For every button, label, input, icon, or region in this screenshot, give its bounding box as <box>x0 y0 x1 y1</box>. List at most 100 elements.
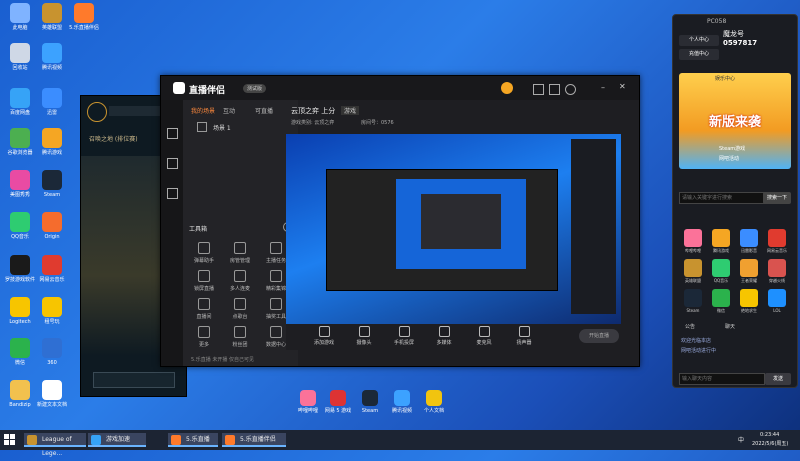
tool-label: 直播间 <box>196 314 212 320</box>
mail-icon[interactable] <box>549 84 560 95</box>
clock-date[interactable]: 2022/5/6(周五) <box>752 440 788 447</box>
desktop-icon[interactable]: 迅雷 <box>34 88 70 116</box>
desktop-icon[interactable]: 5.乐直播伴侣 <box>66 3 102 31</box>
sidebar-tab[interactable]: 互动 <box>223 106 235 115</box>
panel-app[interactable]: 穿越火线 <box>765 259 789 284</box>
tool-label: 更多 <box>198 342 209 348</box>
tool-item[interactable]: 锁屏直播 <box>187 270 221 292</box>
promo-banner[interactable]: 娱乐中心 新版来袭 Steam游戏 网吧活动 <box>679 73 791 169</box>
desktop-icon[interactable]: 英雄联盟 <box>34 3 70 31</box>
game-chat-input[interactable] <box>93 372 175 388</box>
rail-home-icon[interactable] <box>167 128 178 139</box>
desktop-icon[interactable]: Logitech <box>2 297 38 325</box>
bottom-toolbar-button[interactable]: 扬声器 <box>506 326 542 346</box>
send-button[interactable]: 发送 <box>765 373 791 385</box>
desktop-icon[interactable]: 罗技游戏软件 <box>2 255 38 283</box>
desktop-icon[interactable]: Origin <box>34 212 70 240</box>
tool-item[interactable]: 更多 <box>187 326 221 348</box>
desktop-icon[interactable]: 百度网盘 <box>2 88 38 116</box>
bottom-toolbar-button[interactable]: 添加游戏 <box>306 326 342 346</box>
panel-menu-button[interactable]: 个人中心 <box>679 35 719 46</box>
tool-item[interactable]: 点歌台 <box>223 298 257 320</box>
chat-tab[interactable]: 公告 <box>685 323 695 330</box>
tool-item[interactable]: 粉丝团 <box>223 326 257 348</box>
desktop-icon[interactable]: 腾讯游戏 <box>34 128 70 156</box>
desktop-icon[interactable]: 网易云音乐 <box>34 255 70 283</box>
stream-preview[interactable] <box>286 134 621 324</box>
windows-start-icon[interactable] <box>4 434 16 446</box>
desktop-icon[interactable]: Steam <box>352 390 388 414</box>
desktop-icon[interactable]: 腾讯视频 <box>384 390 420 414</box>
settings-icon[interactable] <box>565 84 576 95</box>
taskbar-item[interactable]: 5.乐直播 <box>168 433 218 447</box>
desktop-icon[interactable]: 美图秀秀 <box>2 170 38 198</box>
sidebar-tab[interactable]: 我的场景 <box>191 106 215 115</box>
chat-tab[interactable]: 聊天 <box>725 323 735 330</box>
taskbar-item[interactable]: 5.乐直播伴侣 <box>222 433 286 447</box>
start-live-button[interactable]: 开始直播 <box>579 329 619 343</box>
desktop-icon[interactable]: QQ音乐 <box>2 212 38 240</box>
close-icon[interactable]: ✕ <box>619 82 626 91</box>
panel-app[interactable]: 绝地求生 <box>737 289 761 314</box>
desktop-icon[interactable]: 新建文本文档 <box>34 380 70 408</box>
desktop-icon[interactable]: 回收站 <box>2 43 38 71</box>
panel-app[interactable]: LOL <box>765 289 789 313</box>
minimize-icon[interactable]: – <box>601 83 605 92</box>
desktop-icon[interactable]: Bandizip <box>2 380 38 408</box>
tool-item[interactable]: 弹幕助手 <box>187 242 221 264</box>
room-info: 游戏类别: 云顶之弈 <box>291 120 335 126</box>
taskbar-item[interactable]: League of Lege... <box>24 433 86 457</box>
bottom-toolbar-button[interactable]: 摄像头 <box>346 326 382 346</box>
panel-app[interactable]: Steam <box>681 289 705 313</box>
tool-item[interactable]: 房管管理 <box>223 242 257 264</box>
clock-time[interactable]: 0:23:44 <box>760 432 779 438</box>
app-titlebar: 直播伴侣 测试版 – ✕ <box>161 76 639 100</box>
desktop-icon[interactable]: 谷歌浏览器 <box>2 128 38 156</box>
panel-app[interactable]: QQ音乐 <box>709 259 733 284</box>
tool-icon <box>270 270 282 282</box>
desktop-icon-label: 网易 5 游戏 <box>324 408 352 414</box>
panel-app[interactable]: 迅雷影音 <box>737 229 761 254</box>
desktop-icon[interactable]: 微信 <box>2 338 38 366</box>
bottom-toolbar-button[interactable]: 多媒体 <box>426 326 462 346</box>
tool-label: 多人连麦 <box>229 286 250 292</box>
panel-app[interactable]: 王者荣耀 <box>737 259 761 284</box>
bottom-toolbar-button[interactable]: 手机投屏 <box>386 326 422 346</box>
bottom-toolbar-button[interactable]: 麦克风 <box>466 326 502 346</box>
panel-app-icon <box>712 289 730 307</box>
panel-app[interactable]: 网易云音乐 <box>765 229 789 254</box>
room-tag[interactable]: 游戏 <box>341 106 360 115</box>
rail-data-icon[interactable] <box>167 188 178 199</box>
avatar[interactable] <box>501 82 513 94</box>
taskbar-item[interactable]: 游戏加速 <box>88 433 146 447</box>
panel-app[interactable]: 腾讯游戏 <box>709 229 733 254</box>
desktop-app-icon <box>330 390 346 406</box>
desktop-icon[interactable]: Steam <box>34 170 70 198</box>
preview-panel-copy <box>571 139 616 314</box>
search-button[interactable]: 搜索一下 <box>763 192 791 204</box>
search-input[interactable] <box>679 192 765 204</box>
sidebar-tab[interactable]: 可直播 <box>255 106 273 115</box>
desktop-app-icon <box>42 380 62 400</box>
home-icon[interactable] <box>533 84 544 95</box>
desktop-icon[interactable]: 360 <box>34 338 70 366</box>
desktop-icon[interactable]: 个人文档 <box>416 390 452 414</box>
desktop-icon[interactable]: 租号玩 <box>34 297 70 325</box>
desktop-icon[interactable]: 腾讯视频 <box>34 43 70 71</box>
eye-icon[interactable] <box>197 122 207 132</box>
desktop-app-icon <box>42 88 62 108</box>
chat-input[interactable] <box>679 373 765 385</box>
streaming-companion-window[interactable]: 直播伴侣 测试版 – ✕ 我的场景 互动 可直播 场景 1 工具箱 弹幕助手 房管管理… <box>160 75 640 367</box>
panel-app[interactable]: 微信 <box>709 289 733 314</box>
desktop-icon[interactable]: 此电脑 <box>2 3 38 31</box>
panel-menu-button[interactable]: 充值中心 <box>679 49 719 60</box>
panel-app[interactable]: 哔哩哔哩 <box>681 229 705 254</box>
tool-item[interactable]: 直播间 <box>187 298 221 320</box>
panel-app-label: 穿越火线 <box>769 278 785 283</box>
rail-tools-icon[interactable] <box>167 158 178 169</box>
scene-item[interactable]: 场景 1 <box>213 123 231 132</box>
panel-app[interactable]: 英雄联盟 <box>681 259 705 284</box>
desktop-icon[interactable]: 网易 5 游戏 <box>320 390 356 414</box>
tool-item[interactable]: 多人连麦 <box>223 270 257 292</box>
ime-indicator[interactable]: 中 <box>738 435 744 444</box>
